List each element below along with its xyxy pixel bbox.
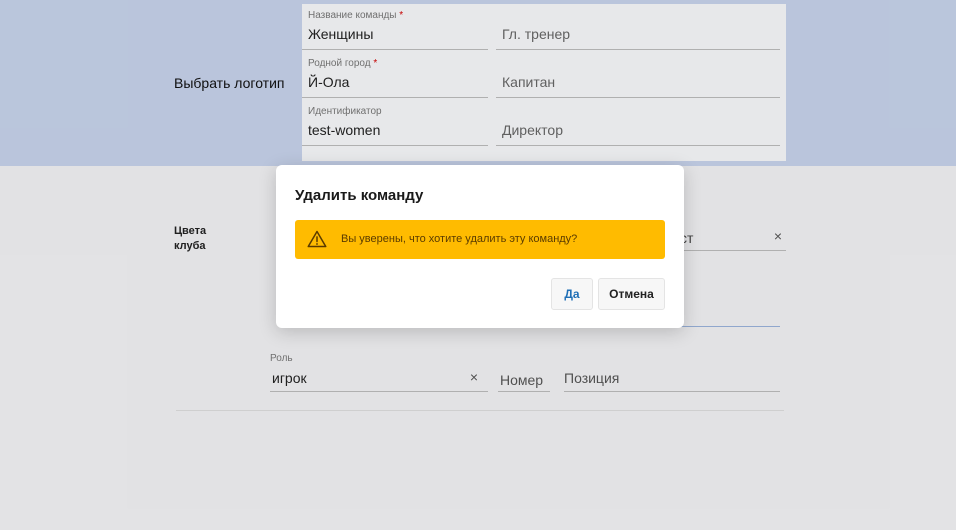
cancel-button[interactable]: Отмена: [598, 278, 665, 310]
dialog-title: Удалить команду: [295, 187, 424, 204]
warning-icon: [307, 230, 327, 248]
delete-team-dialog: Удалить команду Вы уверены, что хотите у…: [276, 165, 684, 328]
warning-message: Вы уверены, что хотите удалить эту коман…: [341, 233, 578, 245]
confirm-yes-button[interactable]: Да: [551, 278, 593, 310]
warning-alert: Вы уверены, что хотите удалить эту коман…: [295, 220, 665, 259]
